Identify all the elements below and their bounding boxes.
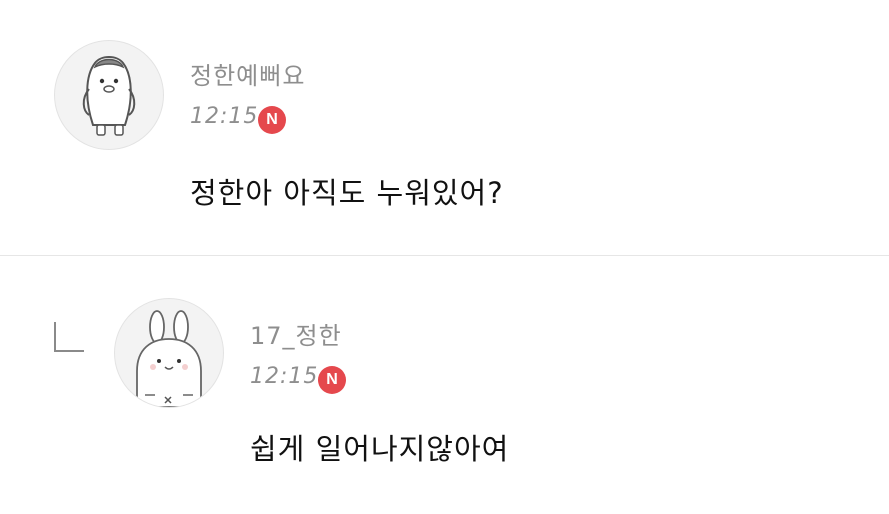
avatar[interactable] xyxy=(114,298,224,408)
reply-comment-item: 17_정한 12:15 N 쉽게 일어나지않아여 xyxy=(0,256,889,514)
rabbit-icon xyxy=(136,310,202,407)
comment-message: 쉽게 일어나지않아여 xyxy=(250,432,510,466)
comment-message: 정한아 아직도 누워있어? xyxy=(190,176,504,210)
comment-item: 정한예뻐요 12:15 N 정한아 아직도 누워있어? xyxy=(0,0,889,255)
avatar[interactable] xyxy=(54,40,164,150)
comment-time: 12:15 xyxy=(250,364,319,389)
new-badge: N xyxy=(318,366,346,394)
comment-author[interactable]: 정한예뻐요 xyxy=(190,56,305,91)
comment-author[interactable]: 17_정한 xyxy=(250,316,342,351)
new-badge: N xyxy=(258,106,286,134)
penguin-icon xyxy=(82,56,136,136)
reply-arrow-icon xyxy=(54,322,84,352)
comment-time: 12:15 xyxy=(190,104,259,129)
